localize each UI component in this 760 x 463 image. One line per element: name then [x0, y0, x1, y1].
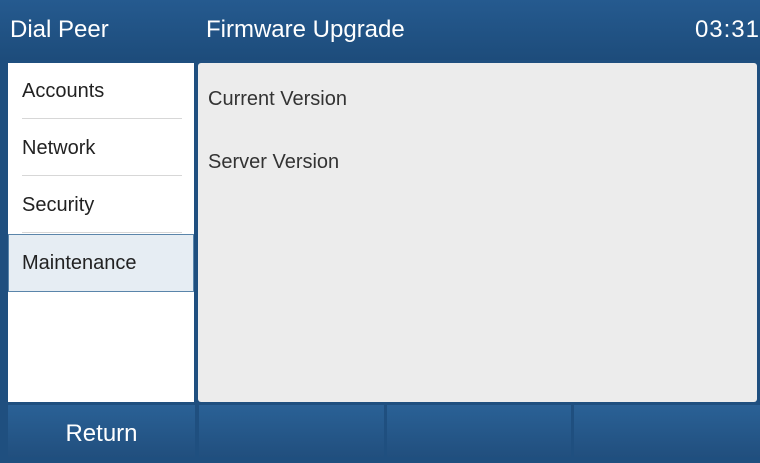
dial-peer-label[interactable]: Dial Peer [10, 0, 109, 60]
server-version-label: Server Version [208, 151, 340, 173]
firmware-info-panel: Current Version Server Version [198, 63, 757, 402]
sidebar: Accounts Network Security Maintenance [8, 63, 194, 402]
clock: 03:31 [694, 16, 760, 43]
divider [22, 118, 182, 119]
sidebar-item-maintenance[interactable]: Maintenance [8, 234, 194, 292]
softkey-bar: Return [0, 405, 760, 457]
phone-screen: Dial Peer Firmware Upgrade 03:31 Account… [0, 0, 760, 457]
sidebar-item-label: Security [22, 194, 95, 216]
page-title: Firmware Upgrade [206, 16, 405, 43]
sidebar-item-label: Accounts [22, 80, 105, 102]
sidebar-item-network[interactable]: Network [8, 120, 194, 176]
return-button-label: Return [65, 420, 138, 447]
content-area: Accounts Network Security Maintenance Cu… [0, 60, 760, 405]
return-button[interactable]: Return [8, 405, 195, 457]
sidebar-item-security[interactable]: Security [8, 177, 194, 233]
current-version-label: Current Version [208, 88, 347, 110]
divider [22, 175, 182, 176]
sidebar-item-label: Maintenance [22, 252, 137, 274]
divider [22, 232, 182, 233]
softkey-3[interactable] [387, 405, 571, 457]
sidebar-item-label: Network [22, 137, 96, 159]
sidebar-item-accounts[interactable]: Accounts [8, 63, 194, 119]
softkey-4[interactable] [574, 405, 760, 457]
top-bar: Dial Peer Firmware Upgrade 03:31 [0, 0, 760, 60]
softkey-2[interactable] [199, 405, 384, 457]
